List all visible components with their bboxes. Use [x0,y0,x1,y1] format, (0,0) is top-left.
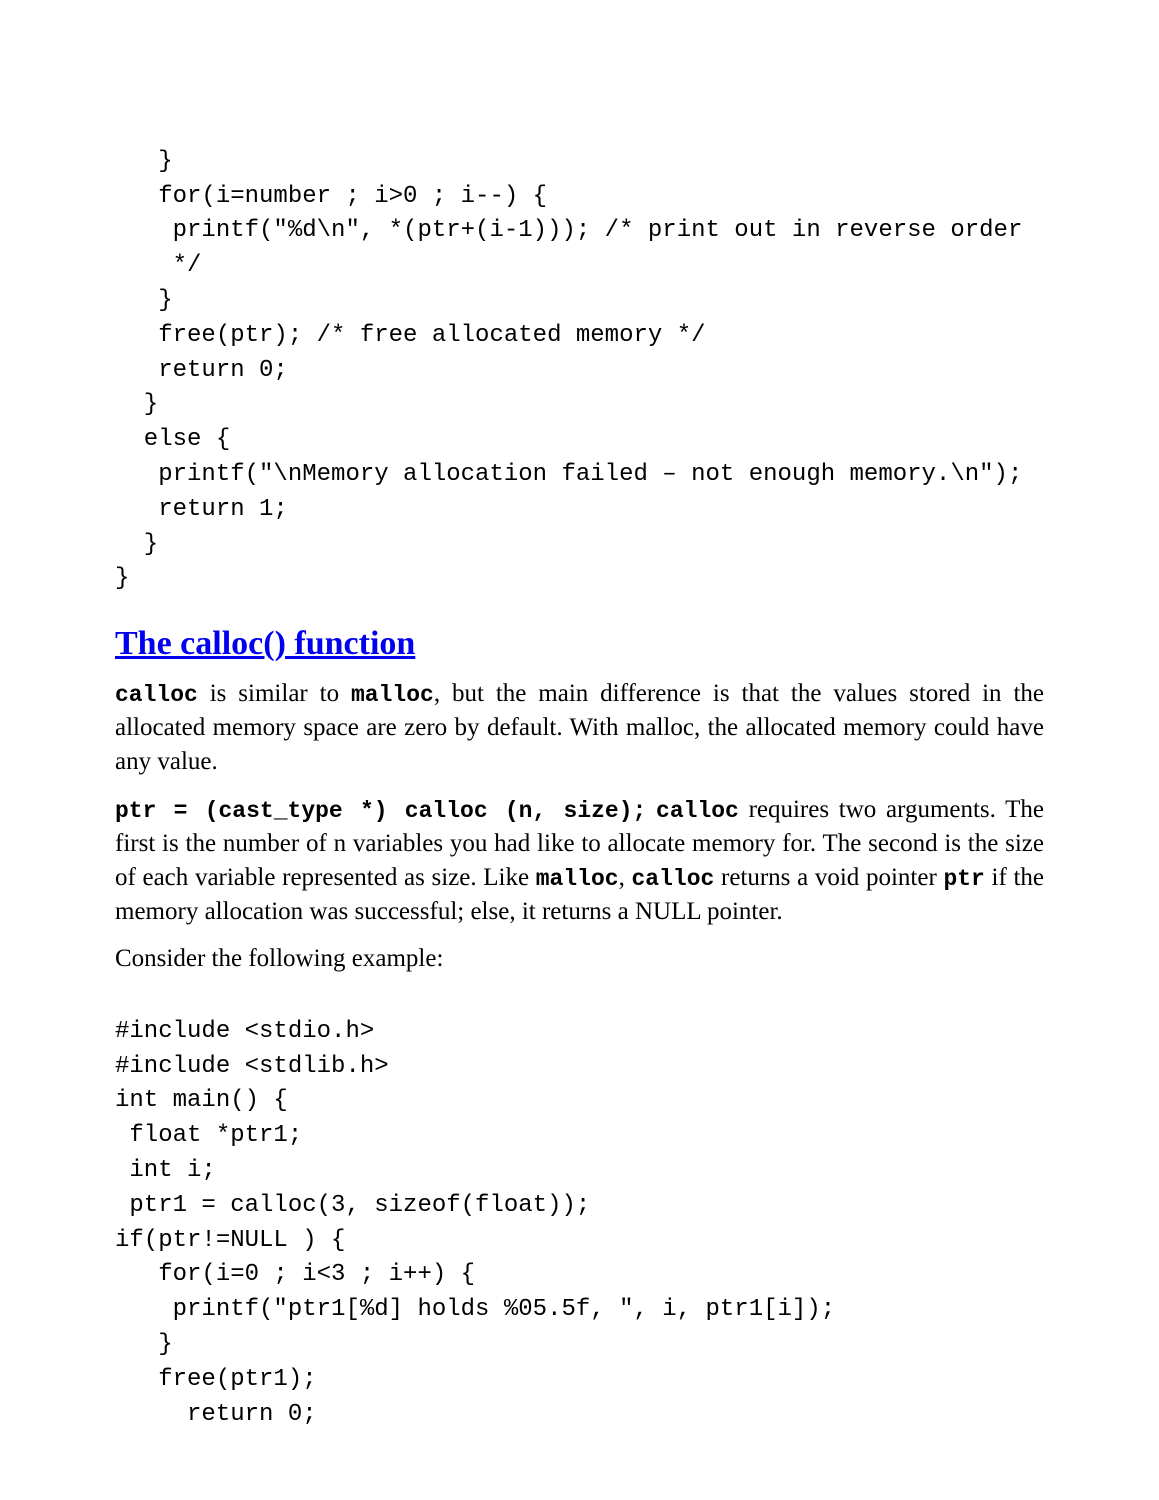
code-line: ptr1 = calloc(3, sizeof(float)); [115,1192,590,1219]
inline-code-signature: ptr = (cast_type *) calloc (n, size); [115,798,646,824]
inline-code-calloc: calloc [632,866,715,892]
inline-code-calloc: calloc [115,682,198,708]
code-line: printf("ptr1[%d] holds %05.5f, ", i, ptr… [115,1296,835,1323]
document-page: } for(i=number ; i>0 ; i--) { printf("%d… [0,0,1159,1492]
code-line: printf("%d\n", *(ptr+(i-1))); /* print o… [115,217,1022,244]
code-line: int main() { [115,1087,288,1114]
code-line: int i; [115,1157,216,1184]
paragraph-2: ptr = (cast_type *) calloc (n, size); ca… [115,793,1044,929]
code-line: return 0; [115,1401,317,1428]
code-line: } [115,391,158,418]
section-heading-calloc[interactable]: The calloc() function [115,625,1044,663]
code-block-2: #include <stdio.h> #include <stdlib.h> i… [115,980,1044,1432]
code-line: for(i=0 ; i<3 ; i++) { [115,1261,475,1288]
code-line: */ [115,252,201,279]
code-line: float *ptr1; [115,1122,302,1149]
code-line: } [115,531,158,558]
paragraph-3: Consider the following example: [115,942,1044,976]
code-line: } [115,287,173,314]
code-line: free(ptr1); [115,1366,317,1393]
text-span: is similar to [198,680,351,707]
code-block-1: } for(i=number ; i>0 ; i--) { printf("%d… [115,110,1044,597]
inline-code-malloc: malloc [351,682,434,708]
inline-code-calloc: calloc [656,798,739,824]
code-line: return 1; [115,496,288,523]
code-line: if(ptr!=NULL ) { [115,1227,345,1254]
text-span: , [619,864,632,891]
code-line: } [115,565,129,592]
text-span: returns a void pointer [714,864,943,891]
code-line: #include <stdio.h> [115,1018,374,1045]
code-line: } [115,148,173,175]
paragraph-1: calloc is similar to malloc, but the mai… [115,677,1044,779]
code-line: return 0; [115,357,288,384]
inline-code-ptr: ptr [943,866,984,892]
code-line: } [115,1331,173,1358]
code-line: for(i=number ; i>0 ; i--) { [115,183,547,210]
inline-code-malloc: malloc [536,866,619,892]
code-line: printf("\nMemory allocation failed – not… [115,461,1022,488]
code-line: else { [115,426,230,453]
code-line: free(ptr); /* free allocated memory */ [115,322,706,349]
code-line: #include <stdlib.h> [115,1053,389,1080]
